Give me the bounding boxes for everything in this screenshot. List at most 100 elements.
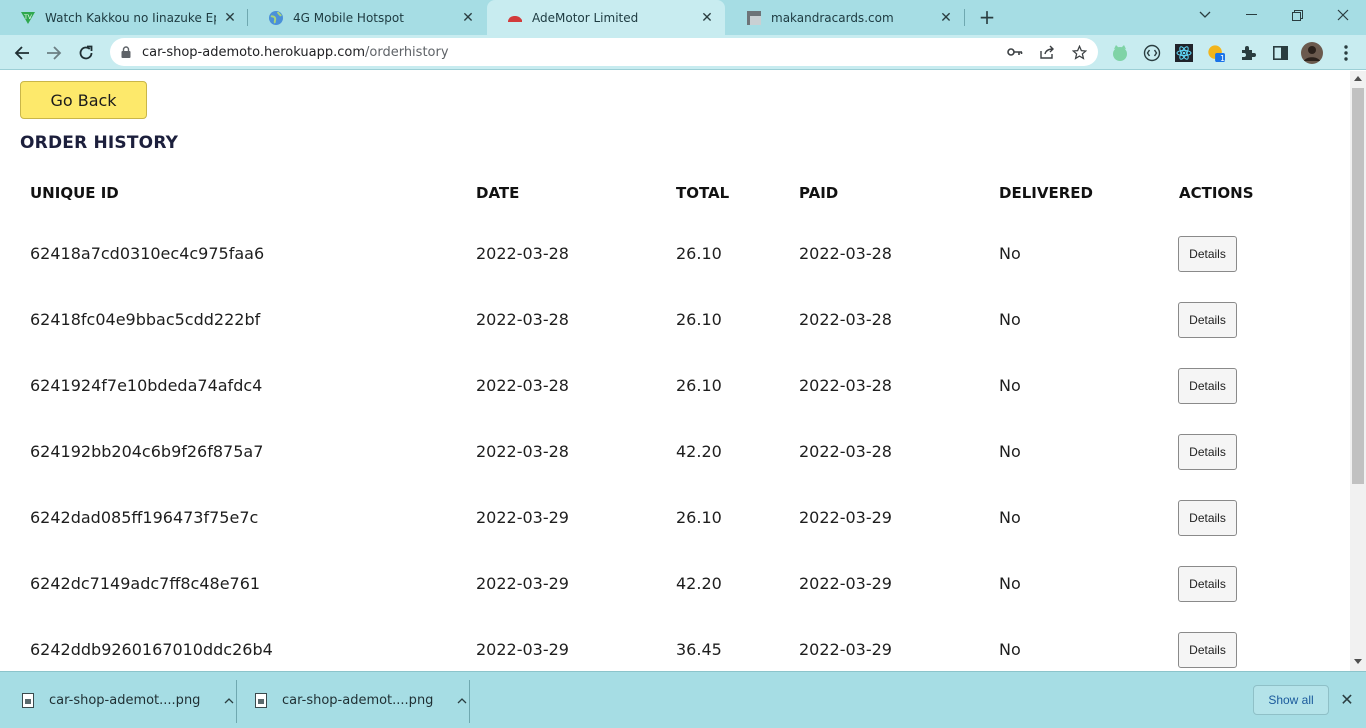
go-back-button[interactable]: Go Back — [20, 81, 147, 119]
table-row: 624192bb204c6b9f26f875a7 2022-03-28 42.2… — [0, 434, 1350, 500]
address-bar[interactable]: car-shop-ademoto.herokuapp.com/orderhist… — [110, 38, 1098, 66]
order-paid: 2022-03-28 — [799, 442, 892, 461]
tab-kakkou[interactable]: TV Watch Kakkou no Iinazuke Episo ✕ — [0, 0, 248, 35]
order-date: 2022-03-28 — [476, 442, 569, 461]
order-date: 2022-03-29 — [476, 640, 569, 659]
tab-title: Watch Kakkou no Iinazuke Episo — [45, 10, 216, 25]
order-paid: 2022-03-29 — [799, 574, 892, 593]
tab-hotspot[interactable]: 4G Mobile Hotspot ✕ — [248, 0, 486, 35]
order-delivered: No — [999, 310, 1021, 329]
column-header-unique-id: UNIQUE ID — [30, 184, 119, 202]
profile-avatar-icon[interactable] — [1301, 42, 1323, 64]
download-filename: car-shop-ademot....png — [282, 693, 434, 708]
download-separator — [469, 680, 470, 723]
order-date: 2022-03-29 — [476, 508, 569, 527]
download-item[interactable]: car-shop-ademot....png — [0, 672, 236, 728]
details-button[interactable]: Details — [1178, 368, 1237, 404]
order-total: 26.10 — [676, 244, 722, 263]
url-host: car-shop-ademoto.herokuapp.com — [142, 44, 365, 60]
back-arrow-icon[interactable] — [9, 40, 35, 66]
close-window-icon[interactable] — [1320, 0, 1366, 30]
url-text: car-shop-ademoto.herokuapp.com/orderhist… — [142, 45, 449, 60]
page-favicon-icon — [746, 10, 762, 26]
tab-close-icon[interactable]: ✕ — [222, 10, 238, 26]
order-date: 2022-03-28 — [476, 244, 569, 263]
show-all-downloads-button[interactable]: Show all — [1253, 685, 1329, 715]
key-icon[interactable] — [1007, 44, 1023, 60]
page-content: Go Back ORDER HISTORY UNIQUE ID DATE TOT… — [0, 71, 1350, 671]
extension-code-icon[interactable] — [1143, 44, 1161, 62]
download-shelf: car-shop-ademot....png car-shop-ademot..… — [0, 671, 1366, 728]
car-favicon-icon — [507, 10, 523, 26]
tab-makandra[interactable]: makandracards.com ✕ — [726, 0, 964, 35]
order-total: 26.10 — [676, 376, 722, 395]
order-paid: 2022-03-29 — [799, 508, 892, 527]
column-header-total: TOTAL — [676, 184, 730, 202]
table-row: 62418a7cd0310ec4c975faa6 2022-03-28 26.1… — [0, 236, 1350, 302]
reload-icon[interactable] — [73, 40, 99, 66]
forward-arrow-icon[interactable] — [41, 40, 67, 66]
bookmark-star-icon[interactable] — [1071, 44, 1087, 60]
new-tab-icon[interactable]: + — [976, 6, 998, 28]
chevron-up-icon[interactable] — [457, 696, 467, 706]
page-scrollbar[interactable] — [1350, 71, 1366, 671]
table-row: 6242ddb9260167010ddc26b4 2022-03-29 36.4… — [0, 632, 1350, 671]
file-icon — [255, 693, 267, 708]
order-paid: 2022-03-29 — [799, 640, 892, 659]
download-filename: car-shop-ademot....png — [49, 693, 201, 708]
restore-icon[interactable] — [1274, 0, 1320, 30]
column-header-actions: ACTIONS — [1179, 184, 1254, 202]
extension-badge-icon[interactable]: 1 — [1207, 44, 1225, 63]
order-total: 26.10 — [676, 310, 722, 329]
order-id: 62418a7cd0310ec4c975faa6 — [30, 244, 265, 263]
order-delivered: No — [999, 574, 1021, 593]
tv-favicon-icon: TV — [20, 10, 36, 26]
tab-strip: TV Watch Kakkou no Iinazuke Episo ✕ 4G M… — [0, 0, 1366, 35]
extensions-puzzle-icon[interactable] — [1239, 44, 1257, 62]
order-id: 624192bb204c6b9f26f875a7 — [30, 442, 264, 461]
download-item[interactable]: car-shop-ademot....png — [233, 672, 469, 728]
details-button[interactable]: Details — [1178, 500, 1237, 536]
browser-menu-icon[interactable] — [1337, 44, 1355, 62]
order-total: 42.20 — [676, 574, 722, 593]
close-shelf-icon[interactable]: ✕ — [1338, 691, 1356, 709]
details-button[interactable]: Details — [1178, 566, 1237, 602]
order-date: 2022-03-28 — [476, 310, 569, 329]
order-delivered: No — [999, 640, 1021, 659]
tab-close-icon[interactable]: ✕ — [938, 10, 954, 26]
order-date: 2022-03-28 — [476, 376, 569, 395]
tab-ademotor[interactable]: AdeMotor Limited ✕ — [487, 0, 725, 35]
column-header-date: DATE — [476, 184, 520, 202]
order-delivered: No — [999, 376, 1021, 395]
scrollbar-thumb[interactable] — [1352, 88, 1364, 484]
order-paid: 2022-03-28 — [799, 376, 892, 395]
scroll-down-arrow-icon[interactable] — [1354, 659, 1362, 664]
svg-text:TV: TV — [23, 14, 33, 21]
tab-separator — [964, 9, 965, 26]
tab-title: makandracards.com — [771, 10, 894, 25]
table-row: 6242dc7149adc7ff8c48e761 2022-03-29 42.2… — [0, 566, 1350, 632]
side-panel-icon[interactable] — [1271, 44, 1289, 62]
details-button[interactable]: Details — [1178, 236, 1237, 272]
column-header-delivered: DELIVERED — [999, 184, 1093, 202]
tab-close-icon[interactable]: ✕ — [460, 10, 476, 26]
details-button[interactable]: Details — [1178, 434, 1237, 470]
minimize-icon[interactable] — [1228, 0, 1274, 30]
tab-close-icon[interactable]: ✕ — [699, 10, 715, 26]
file-icon — [22, 693, 34, 708]
tab-title: AdeMotor Limited — [532, 10, 639, 25]
react-devtools-icon[interactable] — [1175, 44, 1193, 62]
order-paid: 2022-03-28 — [799, 310, 892, 329]
order-id: 6242dad085ff196473f75e7c — [30, 508, 259, 527]
column-header-paid: PAID — [799, 184, 839, 202]
share-icon[interactable] — [1039, 44, 1055, 60]
scroll-up-arrow-icon[interactable] — [1354, 76, 1362, 81]
extension-cat-icon[interactable] — [1111, 44, 1129, 62]
order-delivered: No — [999, 442, 1021, 461]
details-button[interactable]: Details — [1178, 632, 1237, 668]
tab-search-chevron-icon[interactable] — [1182, 0, 1228, 30]
lock-icon[interactable] — [120, 46, 132, 58]
browser-toolbar: car-shop-ademoto.herokuapp.com/orderhist… — [0, 35, 1366, 70]
details-button[interactable]: Details — [1178, 302, 1237, 338]
tab-title: 4G Mobile Hotspot — [293, 10, 404, 25]
